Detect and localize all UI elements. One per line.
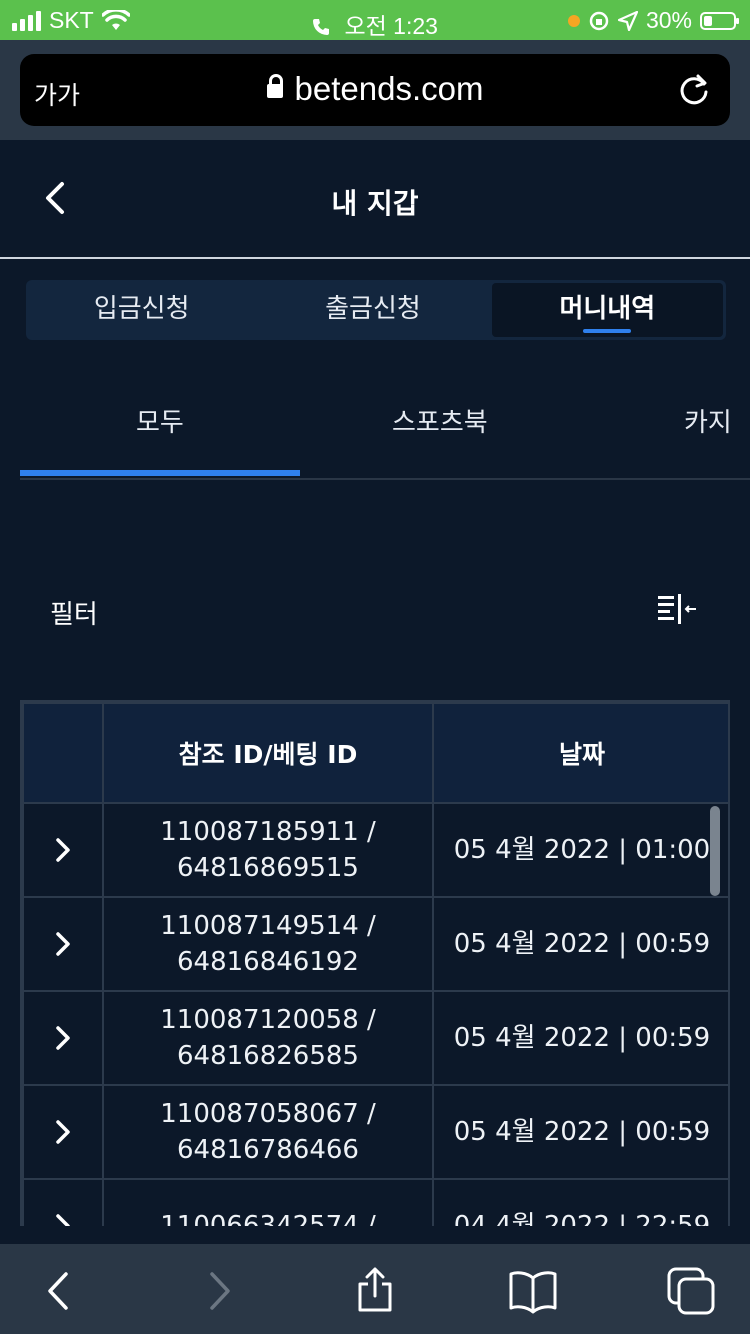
orientation-lock-icon <box>589 11 609 30</box>
row-expand-button[interactable] <box>22 1178 104 1226</box>
browser-address-bar: 가가 betends.com <box>0 40 750 140</box>
reference-id: 110087149514 / <box>160 911 376 941</box>
battery-percent: 30% <box>645 7 692 33</box>
lock-icon <box>266 74 283 99</box>
reference-id: 110087120058 / <box>160 1005 376 1035</box>
table-row[interactable]: 110066342574 / 04 4월 2022 | 22:59 <box>22 1178 728 1226</box>
reference-id-cell: 110087185911 / 64816869515 <box>102 802 434 898</box>
category-tabs: 모두 스포츠북 카지 <box>20 380 750 480</box>
tab-withdraw[interactable]: 출금신청 <box>257 280 488 340</box>
bet-id: 64816869515 <box>177 853 359 883</box>
browser-back-icon[interactable] <box>34 1266 84 1316</box>
reload-icon[interactable] <box>676 72 712 108</box>
date-cell: 05 4월 2022 | 00:59 <box>432 896 728 992</box>
chevron-right-icon <box>56 932 70 956</box>
tab-money-history[interactable]: 머니내역 <box>491 283 723 337</box>
row-expand-button[interactable] <box>22 1084 104 1180</box>
mic-indicator-icon <box>567 14 580 27</box>
tab-deposit[interactable]: 입금신청 <box>26 280 257 340</box>
date-cell: 05 4월 2022 | 01:00 <box>432 802 728 898</box>
chevron-right-icon <box>56 1214 70 1226</box>
date-cell: 05 4월 2022 | 00:59 <box>432 990 728 1086</box>
row-expand-button[interactable] <box>22 896 104 992</box>
phone-icon <box>313 19 330 35</box>
reference-id-cell: 110087149514 / 64816846192 <box>102 896 434 992</box>
active-tab-indicator <box>583 329 632 333</box>
table-row[interactable]: 110087120058 / 64816826585 05 4월 2022 | 00… <box>22 990 728 1086</box>
filter-toggle-icon[interactable] <box>656 592 700 628</box>
reference-id-cell: 110087058067 / 64816786466 <box>102 1084 434 1180</box>
location-icon <box>617 10 638 31</box>
transaction-table: 참조 ID/베팅 ID 날짜 110087185911 / 64816869515… <box>20 700 730 1226</box>
page-title: 내 지갑 <box>331 187 419 220</box>
row-expand-button[interactable] <box>22 802 104 898</box>
browser-forward-icon[interactable] <box>194 1266 244 1316</box>
bookmarks-icon[interactable] <box>508 1266 558 1316</box>
share-icon[interactable] <box>350 1266 400 1316</box>
reference-id-cell: 110066342574 / <box>102 1178 434 1226</box>
table-row[interactable]: 110087058067 / 64816786466 05 4월 2022 | 00… <box>22 1084 728 1180</box>
reference-id-cell: 110087120058 / 64816826585 <box>102 990 434 1086</box>
table-scrollbar[interactable] <box>710 806 720 896</box>
browser-toolbar <box>0 1244 750 1334</box>
bet-id: 64816826585 <box>177 1041 359 1071</box>
chevron-right-icon <box>56 1026 70 1050</box>
status-time: 오전 1:23 <box>344 13 438 39</box>
tab-casino[interactable]: 카지 <box>684 402 732 439</box>
bet-id: 64816846192 <box>177 947 359 977</box>
tab-sportsbook[interactable]: 스포츠북 <box>392 402 488 439</box>
page-header: 내 지갑 <box>0 140 750 259</box>
date-cell: 05 4월 2022 | 00:59 <box>432 1084 728 1180</box>
reference-id: 110087058067 / <box>160 1099 376 1129</box>
chevron-right-icon <box>56 838 70 862</box>
tabs-icon[interactable] <box>666 1266 716 1316</box>
bet-id: 64816786466 <box>177 1135 359 1165</box>
table-row[interactable]: 110087149514 / 64816846192 05 4월 2022 | 00… <box>22 896 728 992</box>
row-expand-button[interactable] <box>22 990 104 1086</box>
url-text[interactable]: betends.com <box>295 70 484 107</box>
battery-icon <box>700 11 739 30</box>
table-row[interactable]: 110087185911 / 64816869515 05 4월 2022 | 01… <box>22 802 728 898</box>
status-bar: SKT 오전 1:23 30% <box>0 0 750 40</box>
reference-id: 110066342574 / <box>160 1211 376 1226</box>
chevron-right-icon <box>56 1120 70 1144</box>
reference-id: 110087185911 / <box>160 817 376 847</box>
url-field[interactable]: 가가 betends.com <box>20 54 730 126</box>
wallet-tabs: 입금신청 출금신청 머니내역 <box>26 280 726 340</box>
date-cell: 04 4월 2022 | 22:59 <box>432 1178 728 1226</box>
active-category-indicator <box>20 470 300 476</box>
column-header-expand <box>22 702 104 804</box>
column-header-reference-id: 참조 ID/베팅 ID <box>102 702 434 804</box>
tab-all[interactable]: 모두 <box>136 402 184 439</box>
column-header-date: 날짜 <box>432 702 728 804</box>
filter-label: 필터 <box>50 600 98 630</box>
